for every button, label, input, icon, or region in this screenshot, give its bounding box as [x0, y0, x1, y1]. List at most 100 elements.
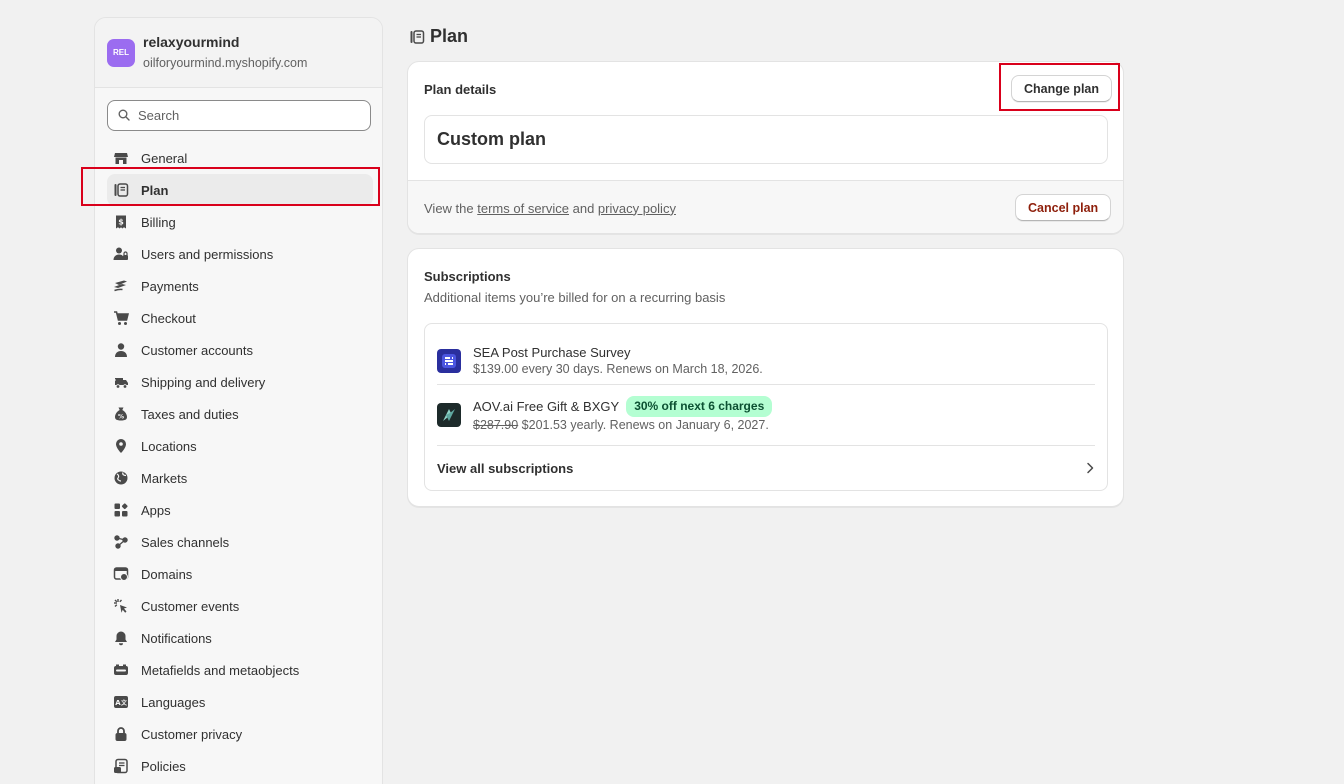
plan-details-card: Plan details Change plan Custom plan Vie… — [407, 61, 1124, 234]
discount-badge: 30% off next 6 charges — [626, 396, 773, 417]
location-icon — [113, 438, 129, 454]
truck-icon — [113, 374, 129, 390]
privacy-policy-link[interactable]: privacy policy — [598, 201, 676, 216]
sidebar-item-plan[interactable]: Plan — [107, 174, 373, 206]
bell-icon — [113, 630, 129, 646]
sidebar-item-label: Customer events — [141, 598, 240, 614]
sidebar-item-payments[interactable]: Payments — [107, 270, 373, 302]
subscriptions-description: Additional items you’re billed for on a … — [424, 290, 726, 305]
sidebar-item-label: Payments — [141, 278, 199, 294]
sidebar-item-checkout[interactable]: Checkout — [107, 302, 373, 334]
person-icon — [113, 342, 129, 358]
search-icon — [118, 109, 130, 121]
svg-text:$: $ — [118, 218, 124, 227]
store-name: relaxyourmind — [143, 34, 240, 50]
settings-sidebar: REL relaxyourmind oilforyourmind.myshopi… — [94, 17, 383, 784]
subscription-name: SEA Post Purchase Survey — [473, 344, 631, 360]
sidebar-item-customer-events[interactable]: Customer events — [107, 590, 373, 622]
tax-icon: % — [113, 406, 129, 422]
sidebar-item-label: Locations — [141, 438, 197, 454]
current-plan-name: Custom plan — [424, 115, 1108, 164]
sidebar-item-billing[interactable]: $ Billing — [107, 206, 373, 238]
sea-app-icon — [437, 348, 461, 373]
aov-app-icon — [437, 403, 461, 427]
cancel-plan-button[interactable]: Cancel plan — [1015, 194, 1112, 221]
sidebar-item-label: Notifications — [141, 630, 212, 646]
sidebar-item-label: Policies — [141, 758, 186, 774]
sidebar-item-apps[interactable]: Apps — [107, 494, 373, 526]
search-box[interactable] — [107, 100, 371, 131]
policy-icon — [113, 758, 129, 774]
cart-icon — [113, 310, 129, 326]
sidebar-item-shipping[interactable]: Shipping and delivery — [107, 366, 373, 398]
sidebar-item-label: Markets — [141, 470, 188, 486]
plan-details-heading: Plan details — [424, 82, 497, 97]
billing-icon: $ — [113, 214, 129, 230]
view-all-label: View all subscriptions — [437, 460, 574, 476]
subscription-meta: $139.00 every 30 days. Renews on March 1… — [473, 361, 763, 376]
svg-text:%: % — [118, 414, 124, 421]
store-domain: oilforyourmind.myshopify.com — [143, 56, 308, 70]
sidebar-item-users[interactable]: Users and permissions — [107, 238, 373, 270]
plan-card-footer: View the terms of service and privacy po… — [408, 180, 1123, 233]
sidebar-item-label: Checkout — [141, 310, 196, 326]
subscriptions-heading: Subscriptions — [424, 269, 511, 284]
page-title-text: Plan — [430, 26, 469, 46]
sidebar-item-label: Billing — [141, 214, 176, 230]
sidebar-item-label: General — [141, 150, 188, 166]
sidebar-item-label: Shipping and delivery — [141, 374, 266, 390]
plan-icon — [410, 29, 425, 44]
channels-icon — [113, 534, 129, 550]
users-icon — [113, 246, 129, 262]
sidebar-item-label: Domains — [141, 566, 193, 582]
sidebar-item-notifications[interactable]: Notifications — [107, 622, 373, 654]
sidebar-item-languages[interactable]: A文 Languages — [107, 686, 373, 718]
change-plan-button[interactable]: Change plan — [1011, 75, 1113, 102]
subscription-item[interactable]: SEA Post Purchase Survey $139.00 every 3… — [437, 337, 1095, 385]
plan-icon — [113, 182, 129, 198]
lock-icon — [113, 726, 129, 742]
sidebar-item-markets[interactable]: Markets — [107, 462, 373, 494]
store-avatar: REL — [107, 38, 135, 67]
sidebar-item-label: Metafields and metaobjects — [141, 662, 300, 678]
sidebar-item-label: Taxes and duties — [141, 406, 239, 422]
sidebar-item-metafields[interactable]: Metafields and metaobjects — [107, 654, 373, 686]
language-icon: A文 — [113, 694, 129, 710]
subscription-name: AOV.ai Free Gift & BXGY — [473, 399, 620, 414]
payments-icon — [113, 278, 129, 294]
sidebar-item-sales-channels[interactable]: Sales channels — [107, 526, 373, 558]
subscription-item[interactable]: AOV.ai Free Gift & BXGY 30% off next 6 c… — [437, 385, 1095, 446]
globe-icon — [113, 470, 129, 486]
sidebar-item-label: Apps — [141, 502, 171, 518]
sidebar-item-label: Languages — [141, 694, 206, 710]
footer-and: and — [569, 200, 598, 216]
svg-text:文: 文 — [120, 699, 128, 707]
store-icon — [113, 150, 129, 166]
search-input[interactable] — [138, 108, 358, 123]
sidebar-item-domains[interactable]: Domains — [107, 558, 373, 590]
sidebar-item-label: Sales channels — [141, 534, 230, 550]
sidebar-item-general[interactable]: General — [107, 142, 373, 174]
apps-icon — [113, 502, 129, 518]
view-all-subscriptions-link[interactable]: View all subscriptions — [437, 446, 1095, 490]
chevron-right-icon — [1087, 462, 1094, 474]
sidebar-item-taxes[interactable]: % Taxes and duties — [107, 398, 373, 430]
settings-nav: General Plan $ Billing Users and permiss… — [107, 142, 373, 782]
sidebar-item-customer-privacy[interactable]: Customer privacy — [107, 718, 373, 750]
sidebar-item-customer-accounts[interactable]: Customer accounts — [107, 334, 373, 366]
subscription-meta: $201.53 yearly. Renews on January 6, 202… — [518, 418, 769, 432]
footer-prefix: View the — [424, 200, 478, 216]
cursor-icon — [113, 598, 129, 614]
sidebar-item-label: Customer privacy — [141, 726, 243, 742]
subscriptions-list: SEA Post Purchase Survey $139.00 every 3… — [424, 323, 1108, 491]
sidebar-item-policies[interactable]: Policies — [107, 750, 373, 782]
sidebar-item-locations[interactable]: Locations — [107, 430, 373, 462]
sidebar-item-label: Users and permissions — [141, 246, 274, 262]
terms-of-service-link[interactable]: terms of service — [477, 201, 569, 216]
sidebar-item-label: Plan — [141, 182, 169, 198]
original-price: $287.90 — [473, 418, 519, 432]
store-header[interactable]: REL relaxyourmind oilforyourmind.myshopi… — [95, 18, 382, 88]
page-title: Plan — [409, 26, 468, 47]
metafields-icon — [113, 662, 129, 678]
sidebar-item-label: Customer accounts — [141, 342, 253, 358]
